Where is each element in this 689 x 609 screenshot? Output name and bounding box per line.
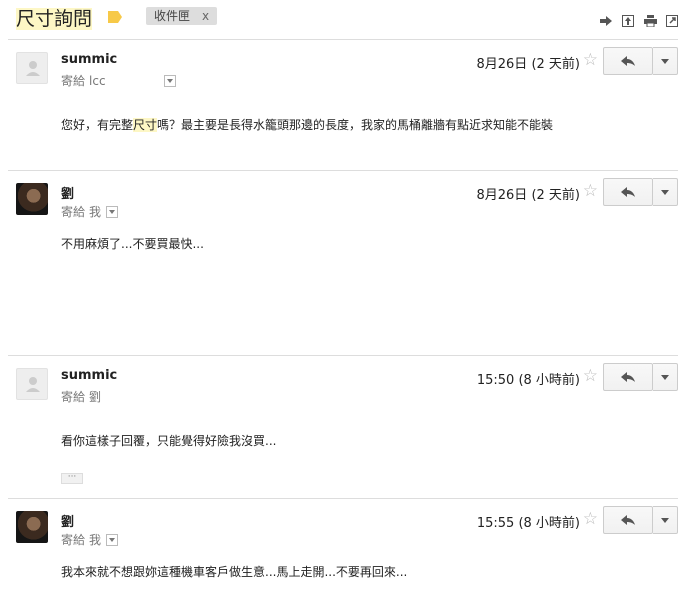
- avatar: [16, 183, 48, 215]
- details-dropdown-icon[interactable]: [106, 205, 119, 218]
- thread-toolbar: [599, 14, 679, 28]
- reply-icon: [621, 372, 635, 382]
- star-icon[interactable]: ☆: [583, 509, 598, 529]
- message-body: 不用麻煩了...不要買最快...: [61, 237, 204, 251]
- more-actions-button[interactable]: [653, 47, 678, 75]
- reply-button[interactable]: [603, 178, 653, 206]
- forward-icon[interactable]: [599, 14, 613, 28]
- reply-icon: [621, 187, 635, 197]
- show-trimmed-content-button[interactable]: ···: [61, 473, 83, 484]
- message-body: 看你這樣子回覆，只能覺得好險我沒買...: [61, 434, 277, 448]
- star-icon[interactable]: ☆: [583, 181, 598, 201]
- reply-icon: [621, 515, 635, 525]
- sender-name: 劉: [61, 515, 75, 530]
- recipient-line: 寄給 我: [61, 203, 119, 220]
- important-label-icon[interactable]: [108, 8, 122, 23]
- recipient-line: 寄給 lcc: [61, 72, 176, 89]
- details-dropdown-icon[interactable]: [106, 533, 119, 546]
- message-body: 您好，有完整尺寸嗎？最主要是長得水籠頭那邊的長度，我家的馬桶離牆有點近求知能不能…: [61, 118, 554, 132]
- more-actions-button[interactable]: [653, 506, 678, 534]
- star-icon[interactable]: ☆: [583, 366, 598, 386]
- message-date: 15:50 (8 小時前): [476, 373, 580, 388]
- more-actions-button[interactable]: [653, 363, 678, 391]
- avatar: [16, 368, 48, 400]
- expand-icon[interactable]: [621, 14, 635, 28]
- print-icon[interactable]: [643, 14, 657, 28]
- avatar: [16, 511, 48, 543]
- message-body: 我本來就不想跟妳這種機車客戶做生意...馬上走開...不要再回來...: [61, 565, 408, 579]
- sender-name: summic: [61, 52, 118, 67]
- message-item[interactable]: summic 寄給 劉 15:50 (8 小時前) ☆ 看你這樣子回覆，只能覺得…: [8, 355, 678, 499]
- message-date: 15:55 (8 小時前): [476, 516, 580, 531]
- new-window-icon[interactable]: [665, 14, 679, 28]
- message-item[interactable]: 劉 寄給 我 15:55 (8 小時前) ☆ 我本來就不想跟妳這種機車客戶做生意…: [8, 498, 678, 609]
- inbox-label-text: 收件匣: [154, 9, 191, 23]
- reply-button[interactable]: [603, 506, 653, 534]
- message-item[interactable]: 劉 寄給 我 8月26日 (2 天前) ☆ 不用麻煩了...不要買最快...: [8, 170, 678, 356]
- thread-subject: 尺寸詢問: [16, 8, 93, 30]
- recipient-line: 寄給 劉: [61, 390, 102, 404]
- message-item[interactable]: summic 寄給 lcc 8月26日 (2 天前) ☆ 您好，有完整尺寸嗎？最…: [8, 39, 678, 170]
- recipient-line: 寄給 我: [61, 531, 119, 548]
- reply-icon: [621, 56, 635, 66]
- inbox-label-chip[interactable]: 收件匣 x: [146, 7, 218, 25]
- star-icon[interactable]: ☆: [583, 50, 598, 70]
- reply-button[interactable]: [603, 47, 653, 75]
- message-date: 8月26日 (2 天前): [476, 57, 580, 72]
- sender-name: summic: [61, 368, 118, 383]
- avatar: [16, 52, 48, 84]
- reply-button[interactable]: [603, 363, 653, 391]
- message-date: 8月26日 (2 天前): [476, 188, 580, 203]
- sender-name: 劉: [61, 187, 75, 202]
- remove-label-button[interactable]: x: [202, 7, 209, 25]
- details-dropdown-icon[interactable]: [163, 74, 176, 87]
- more-actions-button[interactable]: [653, 178, 678, 206]
